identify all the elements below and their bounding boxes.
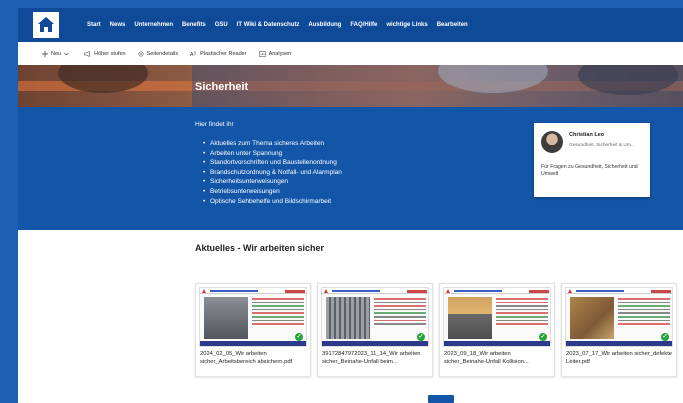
thumbnail-header <box>444 288 550 294</box>
document-title: 39172847972023_11_14_Wir arbeiten sicher… <box>322 351 421 365</box>
thumbnail-footer <box>322 341 428 346</box>
checkmark-icon: ✓ <box>539 333 547 341</box>
thumbnail-text <box>252 298 304 327</box>
info-intro: Hier findet ihr <box>195 121 234 128</box>
home-icon <box>38 17 54 32</box>
thumbnail-text <box>496 298 548 327</box>
thumbnail-logo <box>529 289 549 293</box>
document-card[interactable]: ✓ 2024_02_05_Wir arbeiten sicher_Arbeits… <box>195 283 311 377</box>
immersive-reader-button[interactable]: A Plastischer Reader <box>190 51 246 57</box>
analytics-button[interactable]: Analysen <box>258 51 292 57</box>
document-title: 2023_09_18_Wir arbeiten sicher_Beinahe-U… <box>444 351 529 365</box>
thumbnail-photo <box>326 297 370 339</box>
nav-benefits[interactable]: Benefits <box>182 22 206 28</box>
gear-icon <box>138 51 144 57</box>
list-item: Brandschutzordnung & Notfall- und Alarmp… <box>203 168 342 178</box>
nav-start[interactable]: Start <box>87 22 101 28</box>
page: Start News Unternehmen Benefits GSU IT W… <box>0 0 683 403</box>
warning-icon <box>202 289 206 293</box>
warning-icon <box>446 289 450 293</box>
thumbnail-text <box>374 298 426 327</box>
thumbnail-logo <box>651 289 671 293</box>
document-thumbnail: ✓ <box>199 287 307 347</box>
contact-card[interactable]: Christian Leo Gesundheit, Sicherheit & U… <box>534 123 650 197</box>
new-label: Neu <box>51 51 62 57</box>
contact-name: Christian Leo <box>569 132 605 138</box>
sharepoint-page: Start News Unternehmen Benefits GSU IT W… <box>18 8 683 403</box>
document-cards: ✓ 2024_02_05_Wir arbeiten sicher_Arbeits… <box>195 283 683 377</box>
thumbnail-photo <box>448 297 492 339</box>
list-item: Arbeiten unter Spannung <box>203 149 342 159</box>
document-thumbnail: ✓ <box>443 287 551 347</box>
hero-overlay <box>192 65 683 107</box>
checkmark-icon: ✓ <box>295 333 303 341</box>
thumbnail-headline <box>576 290 624 292</box>
top-navigation: Start News Unternehmen Benefits GSU IT W… <box>18 8 683 42</box>
info-section: Hier findet ihr Aktuelles zum Thema sich… <box>18 107 683 230</box>
thumbnail-photo <box>204 297 248 339</box>
nav-wichtige-links[interactable]: wichtige Links <box>386 22 427 28</box>
warning-icon <box>324 289 328 293</box>
document-card[interactable]: ✓ 2023_07_17_Wir arbeiten sicher_defekte… <box>561 283 677 377</box>
page-details-label: Seitendetails <box>146 51 179 57</box>
thumbnail-logo <box>407 289 427 293</box>
document-thumbnail: ✓ <box>321 287 429 347</box>
svg-text:A: A <box>190 52 194 57</box>
nav-ausbildung[interactable]: Ausbildung <box>308 22 341 28</box>
thumbnail-footer <box>444 341 550 346</box>
nav-it-wiki[interactable]: IT Wiki & Datenschutz <box>237 22 300 28</box>
nav-gsu[interactable]: GSU <box>215 22 228 28</box>
topic-list: Aktuelles zum Thema sicheres Arbeiten Ar… <box>203 139 342 206</box>
thumbnail-text <box>618 298 670 327</box>
list-item: Optische Sehbehelfe und Bildschirmarbeit <box>203 197 342 207</box>
warning-icon <box>568 289 572 293</box>
checkmark-icon: ✓ <box>417 333 425 341</box>
document-thumbnail: ✓ <box>565 287 673 347</box>
home-logo[interactable] <box>33 12 59 38</box>
thumbnail-headline <box>454 290 502 292</box>
list-item: Standortvorschriften und Baustellenordnu… <box>203 158 342 168</box>
thumbnail-photo <box>570 297 614 339</box>
checkmark-icon: ✓ <box>661 333 669 341</box>
thumbnail-footer <box>566 341 672 346</box>
thumbnail-headline <box>210 290 258 292</box>
nav-faq[interactable]: FAQ/Hilfe <box>350 22 377 28</box>
thumbnail-logo <box>285 289 305 293</box>
plus-icon <box>42 51 48 57</box>
list-item: Sicherheitsunterweisungen <box>203 177 342 187</box>
document-title: 2024_02_05_Wir arbeiten sicher_Arbeitsbe… <box>200 351 293 365</box>
analytics-icon <box>258 51 266 57</box>
megaphone-icon <box>84 51 90 57</box>
contact-note: Für Fragen zu Gesundheit, Sicherheit und… <box>541 164 638 177</box>
command-bar: Neu Höher stufen Seitendetails A Plastis… <box>18 45 683 63</box>
nav-news[interactable]: News <box>110 22 126 28</box>
reader-icon: A <box>190 51 197 57</box>
news-section-title: Aktuelles - Wir arbeiten sicher <box>195 243 324 253</box>
thumbnail-header <box>322 288 428 294</box>
thumbnail-footer <box>200 341 306 346</box>
page-title: Sicherheit <box>195 81 249 93</box>
document-card[interactable]: ✓ 39172847972023_11_14_Wir arbeiten sich… <box>317 283 433 377</box>
avatar <box>541 131 563 153</box>
document-title: 2023_07_17_Wir arbeiten sicher_defekte L… <box>566 351 673 365</box>
contact-role: Gesundheit, Sicherheit & Um... <box>569 143 635 148</box>
document-card[interactable]: ✓ 2023_09_18_Wir arbeiten sicher_Beinahe… <box>439 283 555 377</box>
thumbnail-header <box>200 288 306 294</box>
analytics-label: Analysen <box>268 51 292 57</box>
nav-links: Start News Unternehmen Benefits GSU IT W… <box>87 22 477 28</box>
hero-banner: Sicherheit <box>18 65 683 107</box>
thumbnail-headline <box>332 290 380 292</box>
thumbnail-header <box>566 288 672 294</box>
list-item: Betriebsunterweisungen <box>203 187 342 197</box>
see-all-button[interactable] <box>428 395 454 403</box>
nav-unternehmen[interactable]: Unternehmen <box>134 22 173 28</box>
promote-button[interactable]: Höher stufen <box>84 51 126 57</box>
reader-label: Plastischer Reader <box>200 51 247 57</box>
list-item: Aktuelles zum Thema sicheres Arbeiten <box>203 139 342 149</box>
page-details-button[interactable]: Seitendetails <box>138 51 179 57</box>
chevron-down-icon <box>64 52 69 56</box>
nav-bearbeiten[interactable]: Bearbeiten <box>437 22 468 28</box>
promote-label: Höher stufen <box>94 51 126 57</box>
new-button[interactable]: Neu <box>42 51 72 57</box>
